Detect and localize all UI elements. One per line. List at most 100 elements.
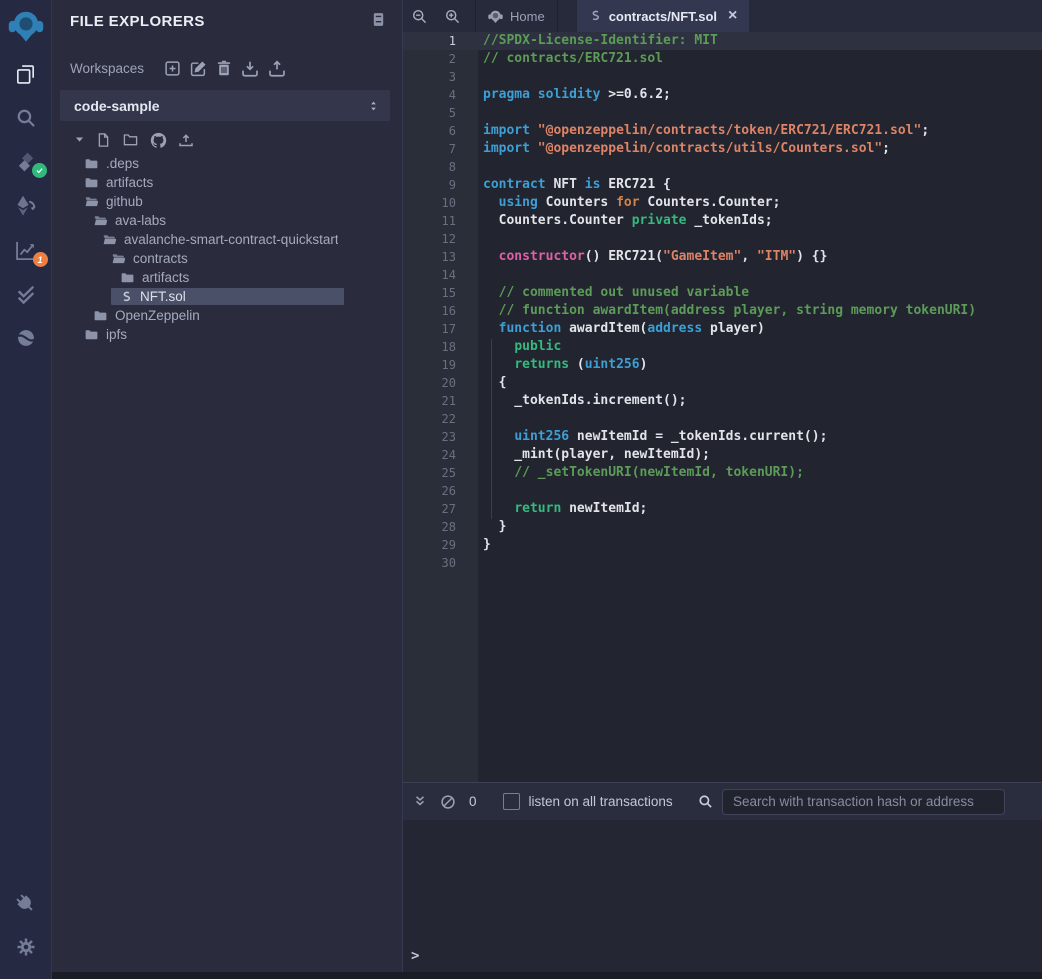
delete-workspace-icon[interactable]	[216, 60, 232, 77]
code-line-7[interactable]: 7import "@openzeppelin/contracts/utils/C…	[403, 140, 1042, 158]
indent-guide	[491, 339, 492, 519]
debugger-icon[interactable]	[0, 316, 52, 360]
line-number: 15	[403, 284, 478, 302]
book-icon[interactable]	[371, 12, 386, 30]
code-line-3[interactable]: 3	[403, 68, 1042, 86]
code-line-text: return newItemId;	[478, 500, 647, 518]
collapse-caret-icon[interactable]	[74, 134, 85, 146]
code-line-13[interactable]: 13 constructor() ERC721("GameItem", "ITM…	[403, 248, 1042, 266]
line-number: 13	[403, 248, 478, 266]
terminal-prompt: >	[411, 948, 419, 964]
code-line-text	[478, 266, 483, 284]
code-line-24[interactable]: 24 _mint(player, newItemId);	[403, 446, 1042, 464]
line-number: 14	[403, 266, 478, 284]
count-badge: 1	[33, 252, 48, 267]
code-line-10[interactable]: 10 using Counters for Counters.Counter;	[403, 194, 1042, 212]
remix-logo-icon[interactable]	[0, 0, 52, 52]
code-line-11[interactable]: 11 Counters.Counter private _tokenIds;	[403, 212, 1042, 230]
zoom-in-icon[interactable]	[444, 8, 461, 25]
workspaces-label: Workspaces	[70, 61, 144, 76]
code-line-1[interactable]: 1//SPDX-License-Identifier: MIT	[403, 32, 1042, 50]
code-line-12[interactable]: 12	[403, 230, 1042, 248]
code-editor[interactable]: 1//SPDX-License-Identifier: MIT2// contr…	[403, 32, 1042, 782]
code-line-text	[478, 410, 483, 428]
workspaces-row: Workspaces	[52, 60, 402, 77]
solidity-analyzer-icon[interactable]: 1	[0, 228, 52, 272]
code-line-28[interactable]: 28 }	[403, 518, 1042, 536]
new-file-icon[interactable]	[96, 132, 111, 148]
folder-open-icon	[93, 214, 108, 228]
file-explorer-icon[interactable]	[0, 52, 52, 96]
folder-ava-labs[interactable]: ava-labs	[84, 211, 344, 230]
code-line-text: // _setTokenURI(newItemId, tokenURI);	[478, 464, 804, 482]
code-line-26[interactable]: 26	[403, 482, 1042, 500]
tree-item-label: ipfs	[106, 327, 127, 342]
solidity-compiler-icon[interactable]	[0, 140, 52, 184]
transaction-search-input[interactable]	[722, 789, 1005, 815]
expand-terminal-icon[interactable]	[413, 794, 427, 810]
code-line-9[interactable]: 9contract NFT is ERC721 {	[403, 176, 1042, 194]
code-line-8[interactable]: 8	[403, 158, 1042, 176]
folder--deps[interactable]: .deps	[75, 154, 344, 173]
line-number: 30	[403, 554, 478, 572]
settings-gear-icon[interactable]	[0, 925, 52, 969]
line-number: 10	[403, 194, 478, 212]
code-line-text	[478, 230, 483, 248]
code-line-14[interactable]: 14	[403, 266, 1042, 284]
code-line-text: using Counters for Counters.Counter;	[478, 194, 780, 212]
tab-nft-sol[interactable]: contracts/NFT.sol ×	[577, 0, 750, 32]
folder-artifacts[interactable]: artifacts	[111, 268, 344, 287]
download-workspaces-icon[interactable]	[241, 60, 259, 77]
restore-workspace-icon[interactable]	[268, 60, 286, 77]
github-icon[interactable]	[150, 132, 167, 148]
code-line-18[interactable]: 18 public	[403, 338, 1042, 356]
solidity-unit-testing-icon[interactable]	[0, 272, 52, 316]
code-line-27[interactable]: 27 return newItemId;	[403, 500, 1042, 518]
code-line-text: Counters.Counter private _tokenIds;	[478, 212, 773, 230]
file-nft-sol[interactable]: NFT.sol	[111, 287, 344, 306]
code-line-text: }	[478, 536, 491, 554]
code-line-15[interactable]: 15 // commented out unused variable	[403, 284, 1042, 302]
code-line-2[interactable]: 2// contracts/ERC721.sol	[403, 50, 1042, 68]
code-line-17[interactable]: 17 function awardItem(address player)	[403, 320, 1042, 338]
listen-transactions-checkbox[interactable]	[503, 793, 520, 810]
code-line-text: //SPDX-License-Identifier: MIT	[478, 32, 718, 50]
plugin-search-icon[interactable]	[0, 96, 52, 140]
line-number: 2	[403, 50, 478, 68]
folder-avalanche-smart-contract-quickstart[interactable]: avalanche-smart-contract-quickstart	[93, 230, 344, 249]
line-number: 16	[403, 302, 478, 320]
code-line-6[interactable]: 6import "@openzeppelin/contracts/token/E…	[403, 122, 1042, 140]
code-line-4[interactable]: 4pragma solidity >=0.6.2;	[403, 86, 1042, 104]
folder-contracts[interactable]: contracts	[102, 249, 344, 268]
terminal-output[interactable]: >	[403, 820, 1042, 979]
tab-home[interactable]: Home	[475, 0, 558, 32]
code-line-19[interactable]: 19 returns (uint256)	[403, 356, 1042, 374]
file-tree: .depsartifacts github ava-labs avalanche…	[52, 154, 402, 344]
code-line-5[interactable]: 5	[403, 104, 1042, 122]
listen-transactions-label[interactable]: listen on all transactions	[529, 794, 673, 809]
line-number: 28	[403, 518, 478, 536]
code-line-16[interactable]: 16 // function awardItem(address player,…	[403, 302, 1042, 320]
new-folder-icon[interactable]	[122, 132, 139, 148]
zoom-out-icon[interactable]	[411, 8, 428, 25]
folder-ipfs[interactable]: ipfs	[75, 325, 344, 344]
folder-openzeppelin[interactable]: OpenZeppelin	[84, 306, 344, 325]
folder-artifacts[interactable]: artifacts	[75, 173, 344, 192]
deploy-and-run-icon[interactable]	[0, 184, 52, 228]
upload-file-icon[interactable]	[178, 132, 194, 148]
code-line-25[interactable]: 25 // _setTokenURI(newItemId, tokenURI);	[403, 464, 1042, 482]
code-line-21[interactable]: 21 _tokenIds.increment();	[403, 392, 1042, 410]
code-line-20[interactable]: 20 {	[403, 374, 1042, 392]
code-line-23[interactable]: 23 uint256 newItemId = _tokenIds.current…	[403, 428, 1042, 446]
create-workspace-icon[interactable]	[164, 60, 181, 77]
folder-github[interactable]: github	[75, 192, 344, 211]
close-tab-icon[interactable]: ×	[728, 8, 737, 24]
edit-workspace-icon[interactable]	[190, 60, 207, 77]
clear-transactions-icon[interactable]	[440, 794, 456, 810]
code-line-22[interactable]: 22	[403, 410, 1042, 428]
code-line-30[interactable]: 30	[403, 554, 1042, 572]
workspace-select[interactable]: code-sample	[60, 90, 390, 121]
code-line-29[interactable]: 29}	[403, 536, 1042, 554]
plugin-manager-icon[interactable]	[0, 881, 52, 925]
code-line-text	[478, 68, 483, 86]
